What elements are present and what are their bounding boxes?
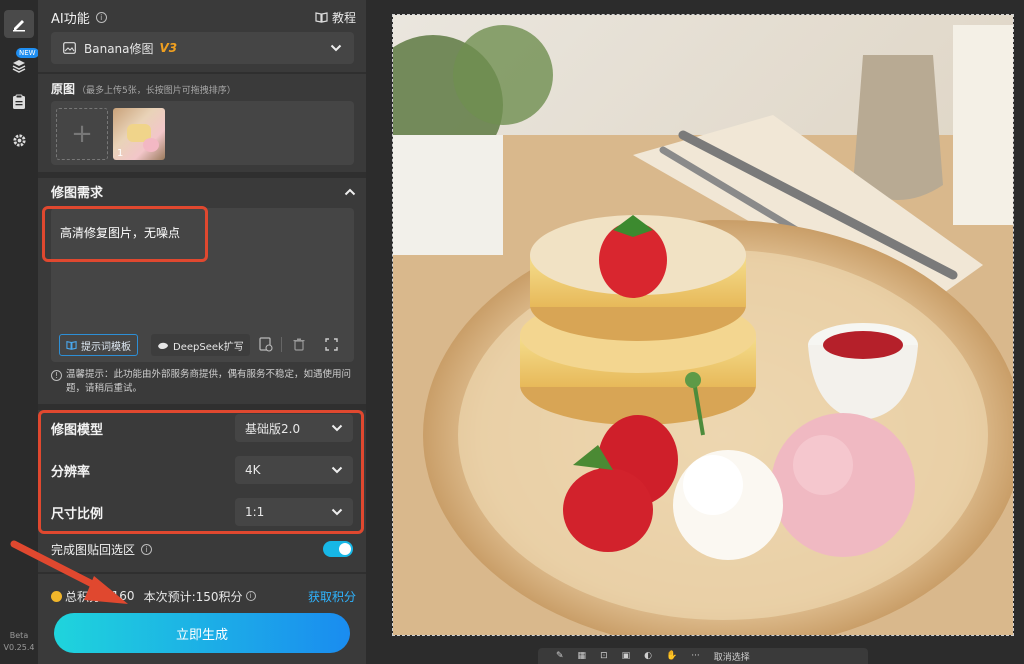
model-name: Banana修图 [84, 41, 154, 56]
layers-icon [12, 60, 26, 73]
history-button[interactable] [4, 88, 34, 116]
pencil-icon [13, 20, 25, 32]
source-hint: （最多上传5张，长按图片可拖拽排序） [77, 86, 236, 96]
history-doc-icon[interactable] [259, 337, 273, 352]
tutorial-link[interactable]: 教程 [315, 9, 356, 26]
whale-icon [158, 342, 168, 349]
ai-title: AI功能 [51, 11, 90, 27]
contrast-icon[interactable]: ◐ [644, 651, 652, 661]
info-icon[interactable]: i [141, 543, 153, 555]
person-icon[interactable]: ▣ [622, 651, 631, 661]
hand-icon[interactable]: ✋ [666, 651, 677, 661]
more-icon[interactable]: ··· [691, 651, 700, 661]
beta-label: Beta [9, 631, 29, 640]
panel-header: AI功能 i 教程 [51, 8, 356, 27]
toolbar-divider [281, 337, 282, 352]
image-edit-icon [63, 42, 76, 54]
source-thumbnail[interactable]: 1 [113, 108, 165, 160]
add-image-button[interactable]: + [56, 108, 108, 160]
thumbnail-icecream [143, 138, 159, 152]
deepseek-label: DeepSeek扩写 [173, 341, 244, 353]
chevron-down-icon [330, 44, 342, 52]
book-icon [66, 341, 77, 350]
tip-text: 温馨提示：此功能由外部服务商提供，偶有服务不稳定，如遇使用问题，请稍后重试。 [66, 369, 352, 394]
estimate-text: 本次预计:150积分 [143, 589, 243, 604]
plus-icon: + [71, 119, 93, 149]
gear-icon [12, 133, 26, 147]
cancel-selection-button[interactable]: 取消选择 [714, 650, 750, 663]
model-version-badge: V3 [159, 41, 178, 55]
prompt-template-button[interactable]: 提示词模板 [59, 334, 138, 356]
tip-notice: ! 温馨提示：此功能由外部服务商提供，偶有服务不稳定，如遇使用问题，请稍后重试。 [51, 368, 356, 396]
thumbnail-index: 1 [117, 148, 124, 159]
requirement-header[interactable]: 修图需求 [51, 182, 356, 201]
chevron-up-icon[interactable] [344, 188, 356, 196]
generate-button[interactable]: 立即生成 [54, 613, 350, 653]
deepseek-button[interactable]: DeepSeek扩写 [151, 334, 250, 356]
source-images-box: + 1 [51, 101, 354, 165]
divider [38, 72, 366, 74]
ai-model-select[interactable]: Banana修图 V3 [51, 32, 354, 64]
annotation-arrow [10, 540, 128, 604]
tutorial-label: 教程 [331, 10, 356, 25]
trash-icon[interactable] [293, 338, 305, 351]
photo-canvas[interactable] [392, 14, 1014, 636]
new-badge: NEW [16, 48, 39, 58]
canvas-toolbar: ✎ ▦ ⊡ ▣ ◐ ✋ ··· 取消选择 [538, 648, 868, 664]
canvas-area: ✎ ▦ ⊡ ▣ ◐ ✋ ··· 取消选择 [366, 0, 1024, 664]
edit-tool-button[interactable] [4, 10, 34, 38]
crop-icon[interactable]: ⊡ [600, 651, 608, 661]
version-info: Beta V0.25.4 [0, 630, 38, 654]
source-title: 原图 [51, 82, 76, 96]
settings-button[interactable] [4, 126, 34, 154]
clipboard-icon [13, 94, 25, 109]
select-icon[interactable]: ▦ [578, 651, 587, 661]
info-icon[interactable]: i [95, 11, 107, 23]
source-header: 原图 （最多上传5张，长按图片可拖拽排序） [51, 80, 356, 97]
prompt-highlight-box [42, 206, 208, 262]
info-icon[interactable]: i [245, 591, 256, 601]
paste-back-toggle[interactable] [323, 541, 353, 557]
book-icon [315, 12, 328, 23]
divider [38, 172, 366, 178]
fullscreen-icon[interactable] [325, 338, 338, 351]
generate-label: 立即生成 [175, 627, 228, 643]
dessert-photo [393, 15, 1013, 635]
get-points-link[interactable]: 获取积分 [308, 588, 356, 605]
options-highlight-box [38, 410, 364, 534]
prompt-template-label: 提示词模板 [81, 341, 131, 353]
brush-icon[interactable]: ✎ [556, 651, 564, 661]
info-icon: ! [51, 370, 62, 381]
version-label: V0.25.4 [3, 643, 35, 652]
requirement-title: 修图需求 [51, 186, 104, 201]
